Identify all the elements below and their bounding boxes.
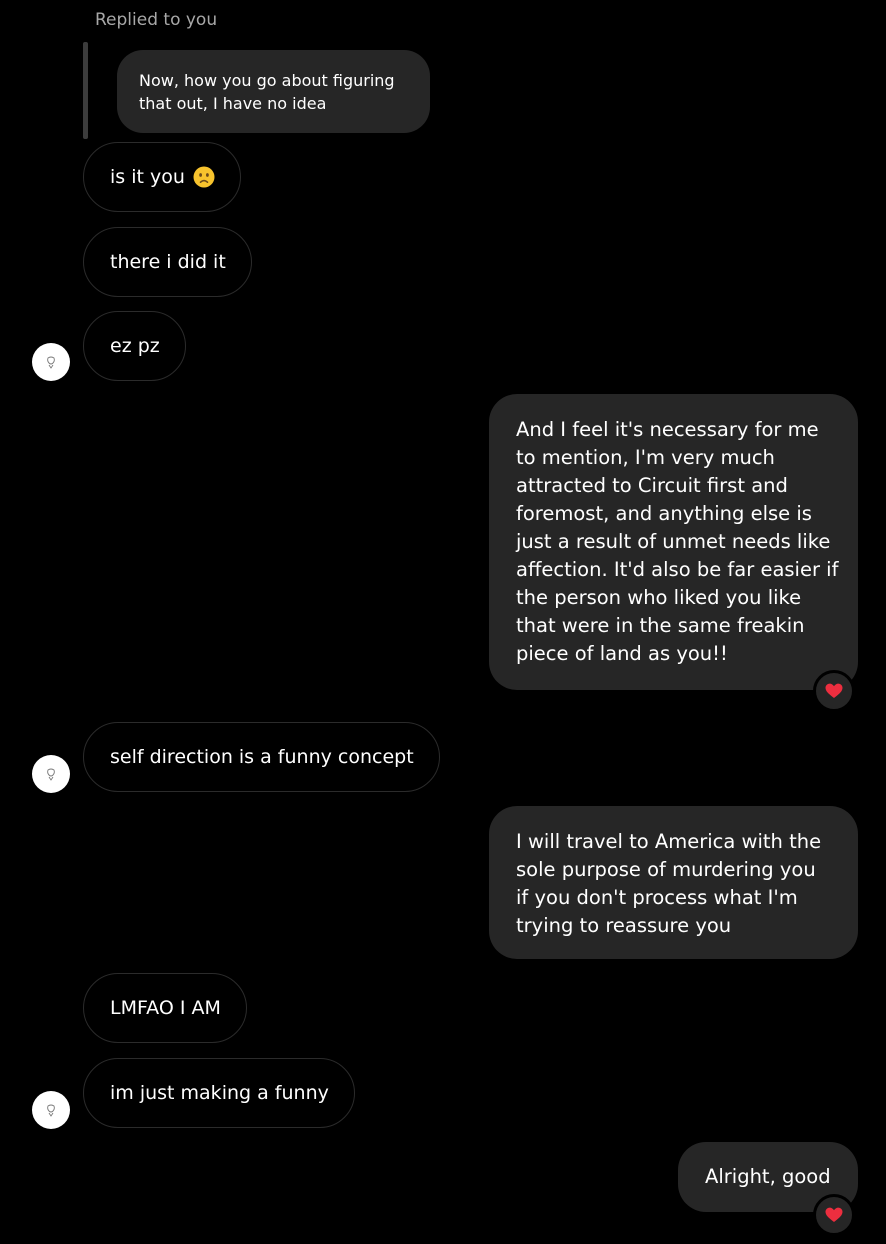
avatar-sketch-icon (47, 356, 55, 369)
message-line: to mention, I'm very much (516, 446, 775, 469)
avatar-icon[interactable] (32, 343, 70, 381)
incoming-message[interactable]: LMFAO I AM (83, 973, 247, 1043)
message-text: self direction is a funny concept (110, 746, 414, 768)
message-text: there i did it (110, 251, 226, 273)
message-line: foremost, and anything else is (516, 502, 812, 525)
quoted-line: that out, I have no idea (139, 94, 327, 113)
message-line: affection. It'd also be far easier if (516, 558, 839, 581)
message-line: And I feel it's necessary for me (516, 418, 819, 441)
incoming-message[interactable]: im just making a funny (83, 1058, 355, 1128)
quoted-message[interactable]: Now, how you go about figuring that out,… (117, 50, 430, 133)
message-line: attracted to Circuit first and (516, 474, 788, 497)
message-text: LMFAO I AM (110, 997, 221, 1019)
message-text: is it you (110, 166, 185, 188)
incoming-message[interactable]: ez pz (83, 311, 186, 381)
avatar-sketch-icon (47, 768, 55, 781)
outgoing-message[interactable]: I will travel to America with the sole p… (489, 806, 858, 959)
outgoing-message[interactable]: And I feel it's necessary for me to ment… (489, 394, 858, 690)
message-line: I will travel to America with the (516, 830, 822, 853)
message-text: ez pz (110, 335, 160, 357)
reaction-badge[interactable] (813, 1194, 855, 1236)
message-line: that were in the same freakin (516, 614, 805, 637)
incoming-message[interactable]: is it you (83, 142, 241, 212)
replied-to-you-label: Replied to you (95, 10, 218, 30)
message-line: the person who liked you like (516, 586, 802, 609)
message-line: just a result of unmet needs like (516, 530, 831, 553)
message-line: trying to reassure you (516, 914, 732, 937)
avatar-icon[interactable] (32, 755, 70, 793)
message-text: Alright, good (705, 1165, 831, 1188)
reaction-badge[interactable] (813, 670, 855, 712)
message-text: im just making a funny (110, 1082, 329, 1104)
heart-icon (825, 1207, 843, 1222)
incoming-message[interactable]: there i did it (83, 227, 252, 297)
avatar-icon[interactable] (32, 1091, 70, 1129)
message-line: if you don't process what I'm (516, 886, 798, 909)
reply-quote-bar (83, 42, 88, 139)
message-line: piece of land as you!! (516, 642, 728, 665)
message-line: sole purpose of murdering you (516, 858, 816, 881)
avatar-sketch-icon (47, 1104, 55, 1117)
worried-face-emoji (193, 166, 215, 188)
quoted-line: Now, how you go about figuring (139, 71, 395, 90)
incoming-message[interactable]: self direction is a funny concept (83, 722, 440, 792)
heart-icon (825, 683, 843, 698)
